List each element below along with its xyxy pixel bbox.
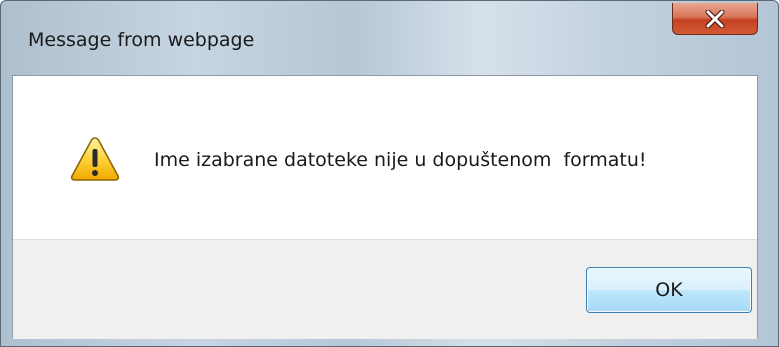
ok-button[interactable]: OK — [586, 267, 752, 313]
dialog-window: Message from webpage Ime izabrane datote… — [0, 0, 779, 347]
close-icon — [705, 9, 725, 28]
message-text: Ime izabrane datoteke nije u dopuštenom … — [154, 149, 647, 171]
title-bar[interactable]: Message from webpage — [1, 1, 778, 75]
message-area: Ime izabrane datoteke nije u dopuštenom … — [13, 76, 757, 239]
dialog-content: Ime izabrane datoteke nije u dopuštenom … — [12, 75, 758, 339]
warning-icon — [70, 137, 120, 181]
dialog-title: Message from webpage — [28, 29, 255, 51]
close-button[interactable] — [672, 3, 758, 35]
button-bar: OK — [13, 239, 757, 339]
